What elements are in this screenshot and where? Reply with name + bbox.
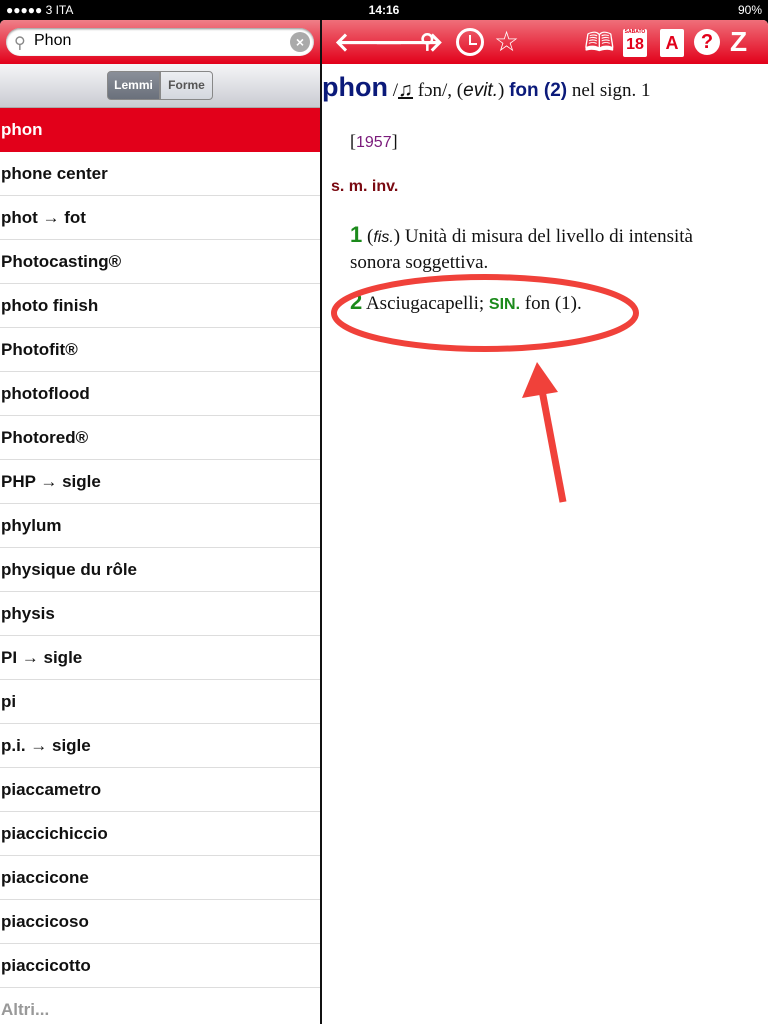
segment-forme[interactable]: Forme — [160, 71, 213, 100]
search-bar: ⚲ × — [0, 20, 320, 64]
list-item[interactable]: PHP → sigle — [0, 460, 320, 504]
headword: phon — [322, 72, 388, 102]
list-item[interactable]: Photofit® — [0, 328, 320, 372]
list-item[interactable]: photoflood — [0, 372, 320, 416]
date: [1957] — [350, 131, 398, 151]
audio-note-icon[interactable]: ♫ — [398, 79, 413, 101]
entry-pane: 🡐 🡒 ⚲ ☆ 🕮 SABATO 18 A ? Z phon /♫ fɔn/, (… — [322, 20, 768, 1024]
calendar-icon[interactable]: SABATO 18 — [623, 29, 647, 57]
pronunciation: fɔn/, ( — [413, 80, 464, 101]
segmented-control: Lemmi Forme — [0, 64, 320, 108]
segment-lemmi[interactable]: Lemmi — [107, 71, 160, 100]
grammar-label: s. m. inv. — [331, 178, 399, 195]
clear-icon[interactable]: × — [290, 32, 310, 52]
variant-link[interactable]: fon (2) — [509, 80, 567, 101]
more-button[interactable]: Altri... — [0, 988, 320, 1024]
z-icon[interactable]: Z — [730, 26, 747, 58]
book-icon[interactable]: 🕮 — [584, 26, 615, 58]
list-item[interactable]: piaccicotto — [0, 944, 320, 988]
list-item[interactable]: piaccicoso — [0, 900, 320, 944]
word-list-pane: ⚲ × Lemmi Forme phonphone centerphot → f… — [0, 20, 320, 1024]
status-bar: ●●●●● 3 ITA 14:16 90% — [0, 0, 768, 20]
list-item[interactable]: PI → sigle — [0, 636, 320, 680]
image-icon[interactable]: A — [660, 29, 684, 57]
history-clock-icon[interactable] — [456, 28, 484, 56]
list-item[interactable]: Photocasting® — [0, 240, 320, 284]
dictionary-entry: phon /♫ fɔn/, (evit.) fon (2) nel sign. … — [322, 64, 768, 315]
search-input[interactable] — [34, 32, 284, 50]
battery: 90% — [737, 3, 762, 17]
search-icon[interactable]: ⚲ — [420, 26, 435, 58]
sense-2: 2 Asciugacapelli; SIN. fon (1). — [350, 289, 582, 314]
sense-1: 1 (fis.) Unità di misura del livello di … — [350, 222, 693, 273]
list-item[interactable]: physique du rôle — [0, 548, 320, 592]
search-icon: ⚲ — [14, 35, 26, 52]
list-item[interactable]: physis — [0, 592, 320, 636]
list-item[interactable]: piaccametro — [0, 768, 320, 812]
entry-headline: phon /♫ fɔn/, (evit.) fon (2) nel sign. … — [322, 72, 651, 102]
list-item[interactable]: photo finish — [0, 284, 320, 328]
favorites-star-icon[interactable]: ☆ — [494, 26, 519, 58]
list-item[interactable]: phot → fot — [0, 196, 320, 240]
help-icon[interactable]: ? — [694, 29, 720, 55]
search-field[interactable]: ⚲ × — [6, 28, 314, 56]
list-item[interactable]: phone center — [0, 152, 320, 196]
list-item[interactable]: piaccicone — [0, 856, 320, 900]
list-item[interactable]: p.i. → sigle — [0, 724, 320, 768]
list-item[interactable]: pi — [0, 680, 320, 724]
clock: 14:16 — [368, 3, 400, 17]
toolbar: 🡐 🡒 ⚲ ☆ 🕮 SABATO 18 A ? Z — [322, 20, 768, 64]
synonym-label: SIN. — [488, 296, 521, 313]
list-item[interactable]: piaccichiccio — [0, 812, 320, 856]
list-item[interactable]: phylum — [0, 504, 320, 548]
list-item[interactable]: phon — [0, 108, 320, 152]
word-list: phon phone center phot → fot Photocasting® p… — [0, 108, 320, 1024]
list-item[interactable]: Photored® — [0, 416, 320, 460]
